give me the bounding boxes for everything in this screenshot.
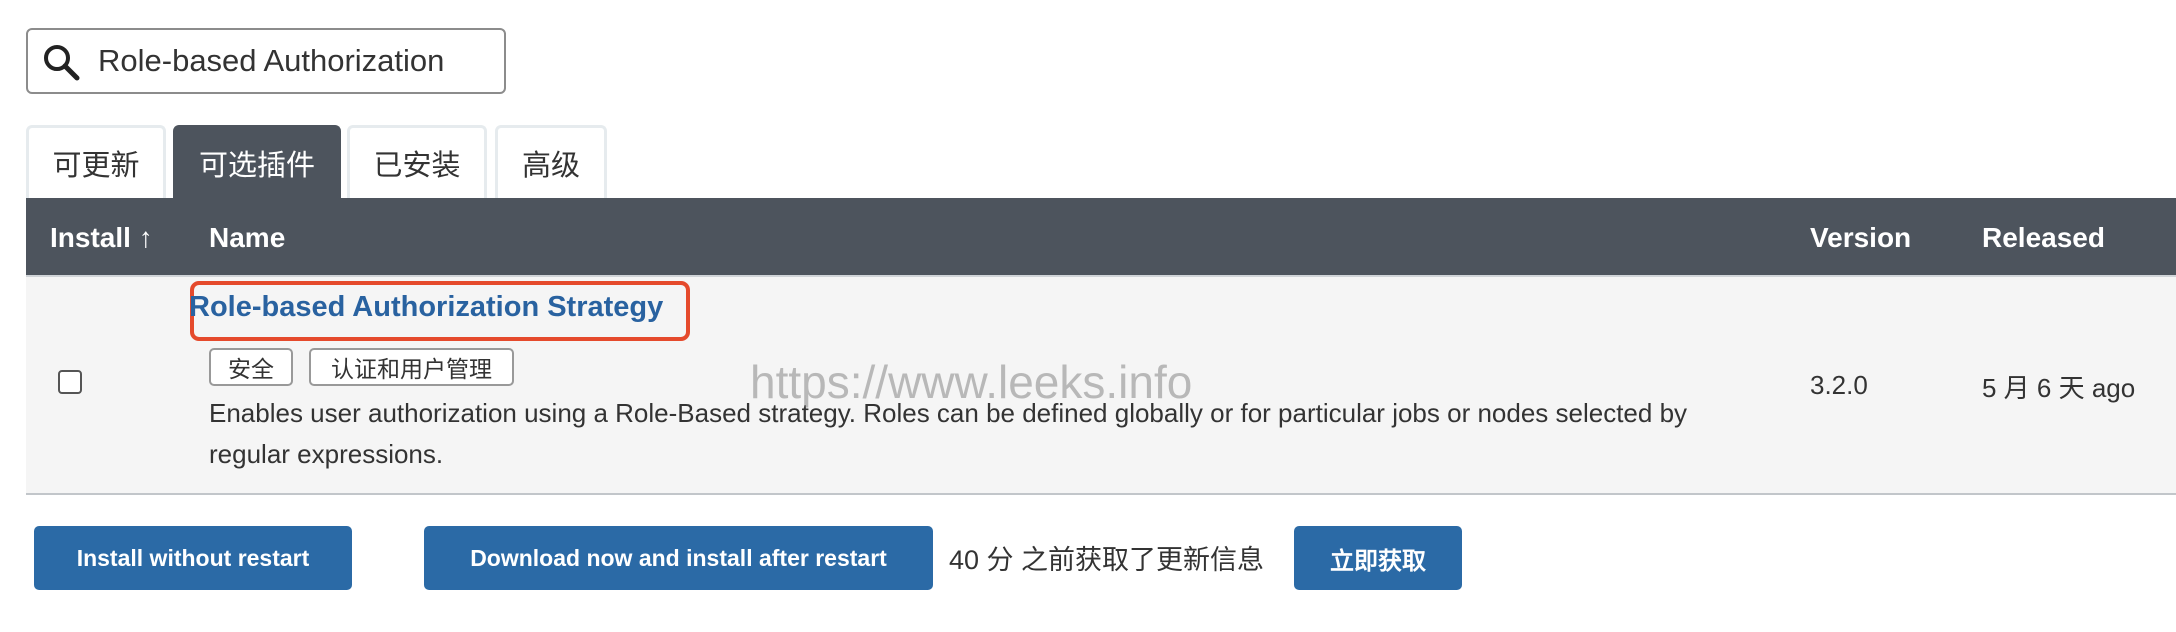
table-header: Install ↑ Name Version Released	[26, 198, 2176, 275]
column-header-released[interactable]: Released	[1982, 198, 2105, 275]
table-row: Role-based Authorization Strategy 安全 认证和…	[26, 275, 2176, 495]
search-box[interactable]	[26, 28, 506, 94]
install-without-restart-button[interactable]: Install without restart	[34, 526, 352, 590]
plugin-released: 5 月 6 天 ago	[1982, 373, 2136, 403]
search-icon	[44, 45, 80, 81]
update-status-text: 40 分 之前获取了更新信息	[949, 545, 1265, 575]
plugin-version: 3.2.0	[1810, 370, 1868, 400]
download-and-install-button[interactable]: Download now and install after restart	[424, 526, 933, 590]
search-input[interactable]	[98, 40, 494, 82]
install-checkbox[interactable]	[58, 370, 82, 394]
column-header-version[interactable]: Version	[1810, 198, 1911, 275]
tab-updates[interactable]: 可更新	[26, 125, 166, 198]
plugin-name-link[interactable]: Role-based Authorization Strategy	[189, 291, 663, 324]
tag-auth-user-management[interactable]: 认证和用户管理	[309, 348, 514, 386]
fetch-now-button[interactable]: 立即获取	[1294, 526, 1462, 590]
tab-available[interactable]: 可选插件	[173, 125, 341, 198]
tab-advanced[interactable]: 高级	[495, 125, 607, 198]
tag-security[interactable]: 安全	[209, 348, 293, 386]
tab-installed[interactable]: 已安装	[347, 125, 487, 198]
column-header-name[interactable]: Name	[209, 198, 285, 275]
column-header-install[interactable]: Install ↑	[50, 198, 153, 275]
plugin-description: Enables user authorization using a Role-…	[209, 398, 1688, 469]
